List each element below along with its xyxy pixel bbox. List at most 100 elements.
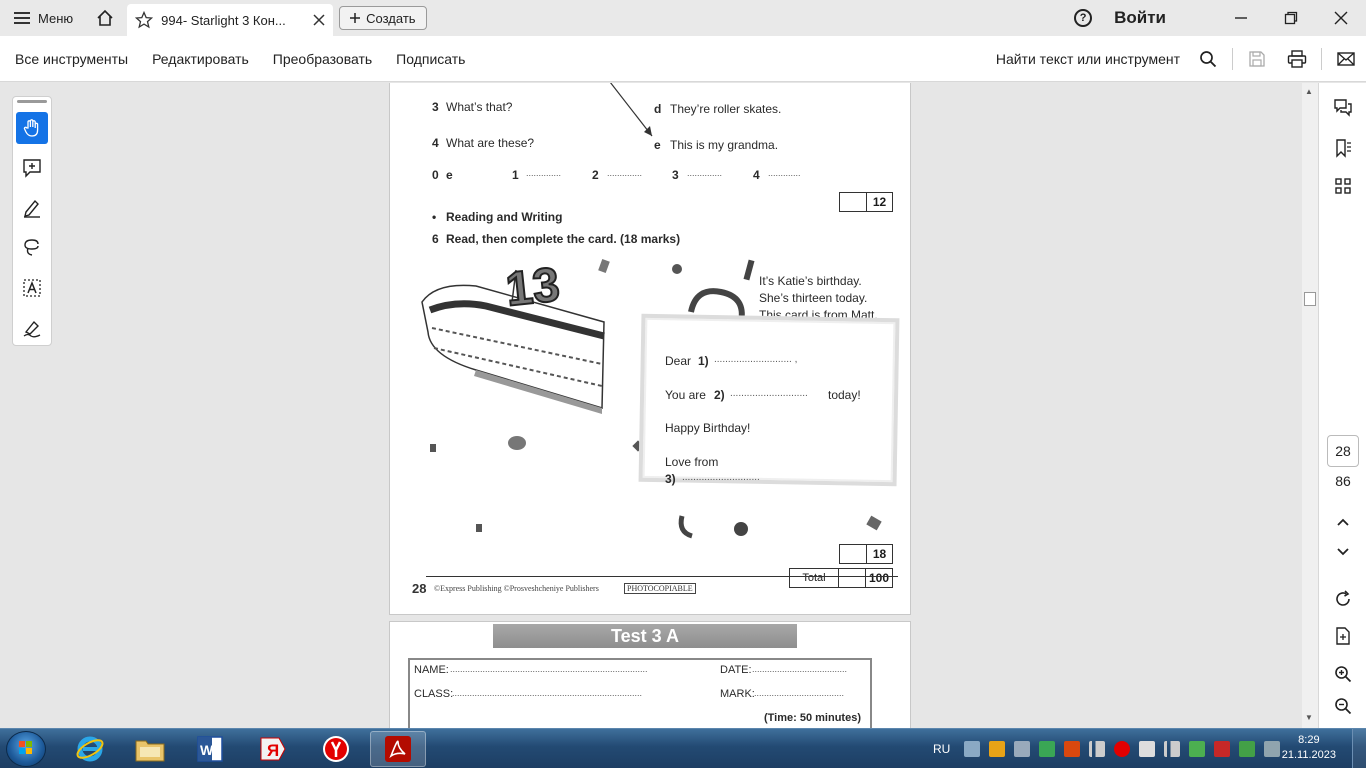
- task-instruction: Read, then complete the card. (18 marks): [446, 232, 681, 246]
- tray-security-icon[interactable]: [1064, 741, 1081, 757]
- answer-blank: .............: [768, 168, 801, 178]
- pen-icon: [24, 199, 40, 218]
- scroll-up-arrow-icon[interactable]: ▲: [1305, 87, 1313, 96]
- tray-app-icon[interactable]: [989, 741, 1006, 757]
- close-tab-icon[interactable]: [313, 14, 325, 26]
- help-icon[interactable]: ?: [1074, 9, 1093, 27]
- draw-tool-button[interactable]: [16, 232, 48, 264]
- answer-row-example: e: [446, 168, 453, 182]
- text-select-button[interactable]: [16, 272, 48, 304]
- home-button[interactable]: [87, 0, 123, 36]
- tray-utility-icon[interactable]: [1039, 741, 1056, 757]
- print-button[interactable]: [1277, 36, 1317, 82]
- answer-blank: ..............: [687, 168, 723, 178]
- total-pages: 86: [1335, 473, 1351, 489]
- create-label: Создать: [366, 10, 416, 26]
- tray-battery-icon[interactable]: [1189, 741, 1206, 757]
- card-you-are: You are: [665, 388, 706, 402]
- all-tools-menu[interactable]: Все инструменты: [15, 51, 128, 67]
- plus-icon: [350, 13, 361, 23]
- class-blank: ........................................…: [452, 688, 643, 698]
- page-size-button[interactable]: [1328, 621, 1358, 651]
- zoom-in-button[interactable]: [1328, 659, 1358, 689]
- tray-signal-icon[interactable]: [1089, 741, 1106, 757]
- print-icon: [1287, 49, 1307, 68]
- add-comment-button[interactable]: [16, 152, 48, 184]
- tray-network-icon[interactable]: [964, 741, 981, 757]
- home-icon: [97, 9, 113, 26]
- test-title-banner: Test 3 A: [493, 624, 797, 648]
- confetti: [672, 264, 682, 274]
- word-icon: W: [197, 736, 223, 762]
- minimize-button[interactable]: [1216, 0, 1266, 36]
- vertical-scrollbar[interactable]: ▲ ▼: [1302, 83, 1318, 728]
- bookmarks-panel-button[interactable]: [1328, 133, 1358, 163]
- rail-grip[interactable]: [17, 100, 47, 103]
- language-indicator[interactable]: RU: [933, 742, 950, 756]
- taskbar-adobe-acrobat[interactable]: [370, 731, 426, 767]
- taskbar-internet-explorer[interactable]: [62, 731, 118, 767]
- restore-button[interactable]: [1266, 0, 1316, 36]
- next-page-button[interactable]: [1328, 537, 1358, 567]
- tray-volume-icon[interactable]: [1139, 741, 1156, 757]
- toolbar-separator: [1321, 47, 1322, 70]
- tray-tools-icon[interactable]: [1014, 741, 1031, 757]
- rotate-icon: [1336, 590, 1350, 606]
- answer-text: This is my grandma.: [670, 138, 779, 152]
- tray-yandex-icon[interactable]: [1114, 741, 1131, 757]
- confetti: [476, 524, 482, 532]
- search-button[interactable]: [1188, 36, 1228, 82]
- question-text: What are these?: [446, 136, 535, 150]
- score-max: 18: [872, 547, 887, 561]
- email-icon: [1337, 51, 1355, 66]
- document-tab[interactable]: 994- Starlight 3 Кон...: [127, 4, 334, 36]
- login-button[interactable]: Войти: [1114, 8, 1166, 28]
- sign-menu[interactable]: Подписать: [396, 51, 465, 67]
- current-page-input[interactable]: 28: [1327, 435, 1359, 467]
- scroll-down-arrow-icon[interactable]: ▼: [1305, 713, 1313, 722]
- taskbar-word[interactable]: W: [182, 731, 238, 767]
- find-text-button[interactable]: Найти текст или инструмент: [996, 51, 1180, 67]
- document-viewport[interactable]: 3 What’s that? 4 What are these? d They’…: [0, 83, 1318, 728]
- save-icon: [1249, 50, 1265, 67]
- close-window-button[interactable]: [1316, 0, 1366, 36]
- tray-wifi-icon[interactable]: [1164, 741, 1181, 757]
- taskbar-file-explorer[interactable]: [122, 731, 178, 767]
- hand-tool-button[interactable]: [16, 112, 48, 144]
- bookmark-icon: [1336, 139, 1351, 158]
- system-clock[interactable]: 8:29 21.11.2023: [1282, 733, 1336, 763]
- show-desktop-button[interactable]: [1352, 729, 1366, 768]
- card-blank-number: 1): [698, 354, 709, 368]
- convert-menu[interactable]: Преобразовать: [273, 51, 372, 67]
- create-button[interactable]: Создать: [339, 6, 427, 30]
- class-label: CLASS:: [414, 688, 454, 700]
- highlight-tool-button[interactable]: [16, 192, 48, 224]
- mark-label: MARK:: [720, 688, 755, 700]
- sign-tool-button[interactable]: [16, 312, 48, 344]
- card-blank: ............................: [730, 388, 808, 399]
- confetti: [734, 522, 748, 536]
- taskbar-yandex[interactable]: Я: [244, 731, 300, 767]
- scrollbar-thumb[interactable]: [1304, 292, 1316, 306]
- section-bullet: •: [432, 210, 437, 224]
- svg-text:W: W: [200, 742, 214, 758]
- match-arrow: [610, 83, 653, 137]
- comments-panel-button[interactable]: [1328, 93, 1358, 123]
- title-bar: Меню 994- Starlight 3 Кон... Создать ? В…: [0, 0, 1366, 36]
- zoom-out-button[interactable]: [1328, 691, 1358, 721]
- edit-menu[interactable]: Редактировать: [152, 51, 249, 67]
- thumbnails-panel-button[interactable]: [1328, 171, 1358, 201]
- menu-button[interactable]: Меню: [0, 0, 87, 36]
- previous-page-button[interactable]: [1328, 507, 1358, 537]
- chevron-up-icon: [1337, 518, 1349, 526]
- card-today: today!: [828, 388, 861, 402]
- taskbar-yandex-browser[interactable]: [308, 731, 364, 767]
- tray-check-icon[interactable]: [1239, 741, 1256, 757]
- star-icon[interactable]: [135, 11, 154, 29]
- save-button[interactable]: [1237, 36, 1277, 82]
- email-button[interactable]: [1326, 36, 1366, 82]
- tray-network-status-icon[interactable]: [1214, 741, 1231, 757]
- start-button[interactable]: [6, 731, 46, 767]
- rotate-button[interactable]: [1328, 584, 1358, 614]
- tray-notification-icon[interactable]: [1264, 741, 1281, 757]
